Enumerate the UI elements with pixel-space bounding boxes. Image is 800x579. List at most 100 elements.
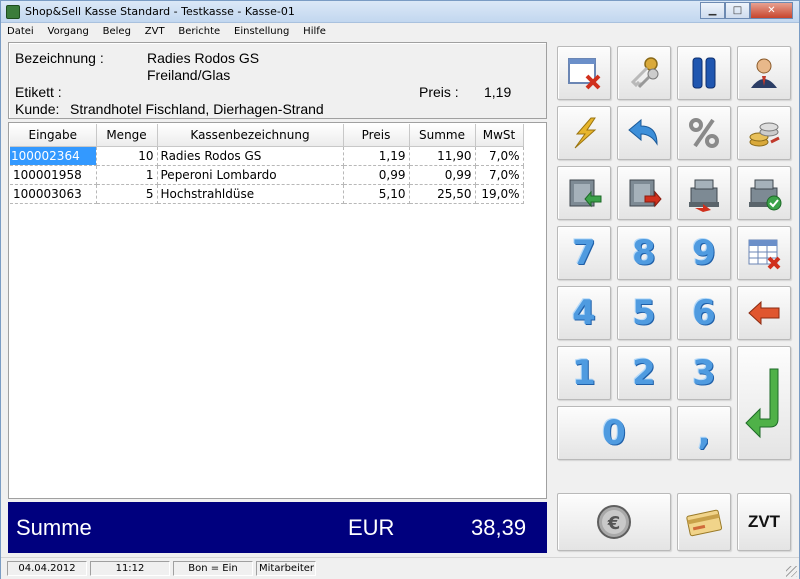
card-payment-button[interactable]: [677, 493, 731, 551]
menu-beleg[interactable]: Beleg: [97, 23, 135, 37]
svg-text:€: €: [607, 513, 621, 534]
quick-button[interactable]: [557, 106, 611, 160]
cell-mwst: 7,0%: [475, 146, 524, 166]
delete-position-button[interactable]: [737, 226, 791, 280]
app-window: Shop&Sell Kasse Standard - Testkasse - K…: [0, 0, 800, 579]
status-bar: 04.04.2012 11:12 Bon = Ein Mitarbeiter: …: [1, 557, 799, 579]
enter-button[interactable]: [737, 346, 791, 460]
window-title: Shop&Sell Kasse Standard - Testkasse - K…: [25, 5, 295, 18]
safe-out-icon: [625, 174, 663, 212]
col-preis[interactable]: Preis: [343, 124, 410, 147]
total-currency: EUR: [348, 515, 395, 540]
minimize-icon[interactable]: ▁: [700, 2, 725, 19]
cell-bezeichnung: Hochstrahldüse: [157, 184, 344, 204]
menu-hilfe[interactable]: Hilfe: [297, 23, 330, 37]
cell-eingabe[interactable]: 100001958: [10, 165, 97, 185]
kunde-label: Kunde:: [15, 101, 60, 117]
preis-value: 1,19: [484, 84, 512, 100]
key-7-label: 7: [572, 233, 596, 273]
bezeichnung-line1: Radies Rodos GS: [147, 50, 260, 66]
key-4[interactable]: 4: [557, 286, 611, 340]
preis-label: Preis :: [419, 84, 459, 100]
key-6-label: 6: [692, 293, 716, 333]
col-kassenbezeichnung[interactable]: Kassenbezeichnung: [157, 124, 344, 147]
safe-withdraw-button[interactable]: [617, 166, 671, 220]
undo-button[interactable]: [617, 106, 671, 160]
percent-icon: [685, 114, 723, 152]
key-7[interactable]: 7: [557, 226, 611, 280]
key-9-label: 9: [692, 233, 716, 273]
cell-summe: 0,99: [409, 165, 476, 185]
table-row[interactable]: 100003063 5 Hochstrahldüse 5,10 25,50 19…: [10, 184, 524, 204]
pause-button[interactable]: [677, 46, 731, 100]
register-withdraw-button[interactable]: [677, 166, 731, 220]
key-1[interactable]: 1: [557, 346, 611, 400]
status-date: 04.04.2012: [7, 561, 87, 576]
status-time: 11:12: [90, 561, 170, 576]
register-ok-icon: [745, 174, 783, 212]
app-icon: [6, 5, 20, 19]
key-6[interactable]: 6: [677, 286, 731, 340]
discount-button[interactable]: [677, 106, 731, 160]
cell-menge: 1: [96, 165, 158, 185]
resize-grip-icon[interactable]: [786, 566, 797, 577]
key-9[interactable]: 9: [677, 226, 731, 280]
menu-vorgang[interactable]: Vorgang: [42, 23, 93, 37]
table-row[interactable]: 100002364 10 Radies Rodos GS 1,19 11,90 …: [10, 146, 524, 166]
menu-datei[interactable]: Datei: [1, 23, 38, 37]
key-comma[interactable]: ,: [677, 406, 731, 460]
cell-mwst: 7,0%: [475, 165, 524, 185]
col-mwst[interactable]: MwSt: [475, 124, 524, 147]
col-menge[interactable]: Menge: [96, 124, 158, 147]
keys-icon: [625, 54, 663, 92]
window-controls: ▁ □ ✕: [700, 2, 793, 19]
cell-eingabe[interactable]: 100002364: [10, 146, 97, 166]
total-bar: Summe EUR 38,39: [8, 502, 547, 553]
col-summe[interactable]: Summe: [409, 124, 476, 147]
coins-icon: [745, 114, 783, 152]
undo-icon: [625, 114, 663, 152]
zvt-button[interactable]: ZVT: [737, 493, 791, 551]
title-bar[interactable]: Shop&Sell Kasse Standard - Testkasse - K…: [1, 1, 799, 23]
register-close-button[interactable]: [737, 166, 791, 220]
total-label: Summe: [16, 515, 92, 540]
cancel-receipt-button[interactable]: [557, 46, 611, 100]
register-out-icon: [685, 174, 723, 212]
key-5[interactable]: 5: [617, 286, 671, 340]
key-4-label: 4: [572, 293, 596, 333]
maximize-icon[interactable]: □: [725, 2, 750, 19]
menu-zvt[interactable]: ZVT: [139, 23, 169, 37]
key-2[interactable]: 2: [617, 346, 671, 400]
menu-berichte[interactable]: Berichte: [172, 23, 224, 37]
menu-einstellung[interactable]: Einstellung: [228, 23, 293, 37]
cell-preis: 1,19: [343, 146, 410, 166]
status-mitarbeiter: Mitarbeiter: 1: [256, 561, 316, 576]
cell-preis: 5,10: [343, 184, 410, 204]
close-icon[interactable]: ✕: [750, 2, 793, 19]
positions-table[interactable]: Eingabe Menge Kassenbezeichnung Preis Su…: [8, 122, 547, 499]
cash-payment-button[interactable]: €: [557, 493, 671, 551]
bezeichnung-label: Bezeichnung :: [15, 50, 104, 66]
cell-mwst: 19,0%: [475, 184, 524, 204]
table-row[interactable]: 100001958 1 Peperoni Lombardo 0,99 0,99 …: [10, 165, 524, 185]
safe-deposit-button[interactable]: [557, 166, 611, 220]
euro-coin-icon: €: [594, 502, 634, 542]
key-3[interactable]: 3: [677, 346, 731, 400]
etikett-label: Etikett :: [15, 84, 62, 100]
key-8[interactable]: 8: [617, 226, 671, 280]
login-button[interactable]: [617, 46, 671, 100]
cell-bezeichnung: Radies Rodos GS: [157, 146, 344, 166]
safe-in-icon: [565, 174, 603, 212]
backspace-arrow-icon: [745, 294, 783, 332]
cell-menge: 5: [96, 184, 158, 204]
key-comma-label: ,: [697, 413, 711, 453]
key-0[interactable]: 0: [557, 406, 671, 460]
cell-bezeichnung: Peperoni Lombardo: [157, 165, 344, 185]
backspace-button[interactable]: [737, 286, 791, 340]
article-info-panel: Bezeichnung : Radies Rodos GS Freiland/G…: [8, 42, 547, 119]
cell-menge: 10: [96, 146, 158, 166]
cash-button[interactable]: [737, 106, 791, 160]
customer-button[interactable]: [737, 46, 791, 100]
cell-eingabe[interactable]: 100003063: [10, 184, 97, 204]
col-eingabe[interactable]: Eingabe: [10, 124, 97, 147]
